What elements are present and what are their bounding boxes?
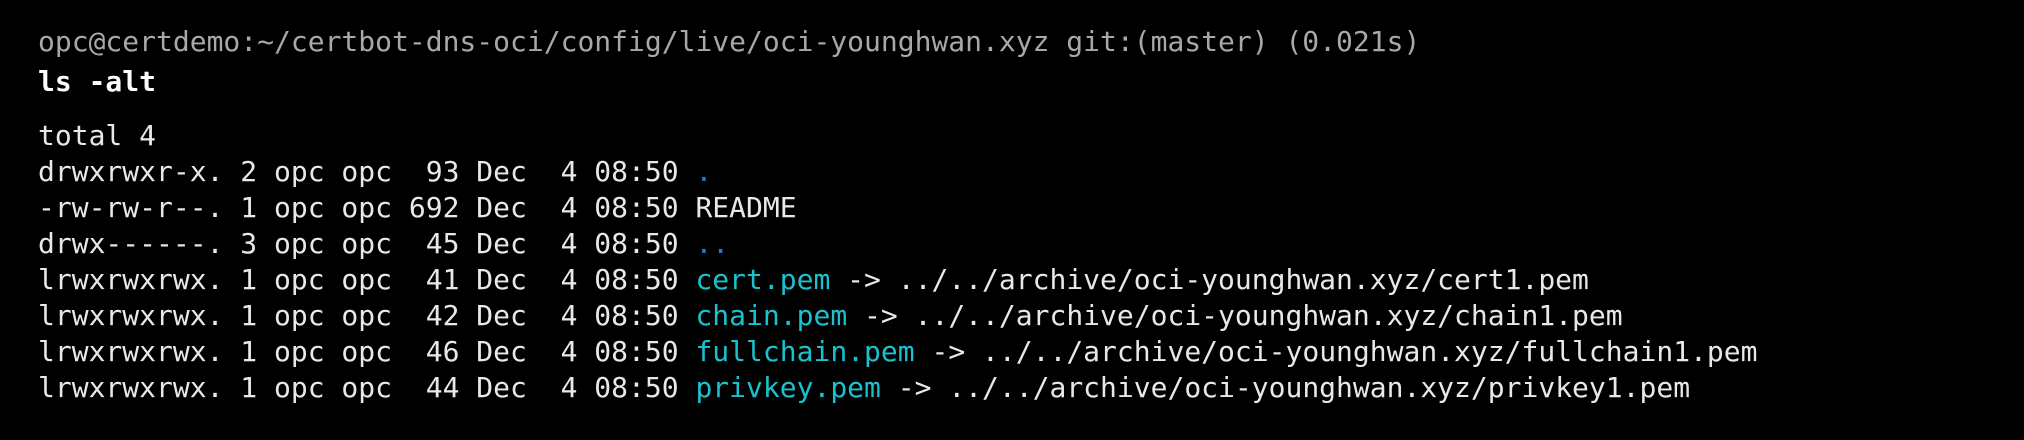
symlink-target: -> ../../archive/oci-younghwan.xyz/chain… [847, 299, 1623, 332]
entry-meta: lrwxrwxrwx. 1 opc opc 42 Dec 4 08:50 [38, 299, 696, 332]
listing-row-cert: lrwxrwxrwx. 1 opc opc 41 Dec 4 08:50 cer… [38, 262, 1998, 298]
entry-name: .. [695, 227, 730, 260]
command-line: ls -alt [38, 65, 157, 98]
entry-meta: lrwxrwxrwx. 1 opc opc 46 Dec 4 08:50 [38, 335, 696, 368]
listing-row-fullchain: lrwxrwxrwx. 1 opc opc 46 Dec 4 08:50 ful… [38, 334, 1998, 370]
entry-name: README [695, 191, 797, 224]
listing-row-privkey: lrwxrwxrwx. 1 opc opc 44 Dec 4 08:50 pri… [38, 370, 1998, 406]
entry-meta: drwxrwxr-x. 2 opc opc 93 Dec 4 08:50 [38, 155, 696, 188]
entry-name: privkey.pem [695, 371, 881, 404]
terminal-output: opc@certdemo:~/certbot-dns-oci/config/li… [38, 22, 1998, 406]
listing-row-parent: drwx------. 3 opc opc 45 Dec 4 08:50 .. [38, 226, 1998, 262]
entry-name: fullchain.pem [695, 335, 915, 368]
symlink-target: -> ../../archive/oci-younghwan.xyz/cert1… [830, 263, 1589, 296]
listing-row-chain: lrwxrwxrwx. 1 opc opc 42 Dec 4 08:50 cha… [38, 298, 1998, 334]
entry-meta: lrwxrwxrwx. 1 opc opc 41 Dec 4 08:50 [38, 263, 696, 296]
entry-name: chain.pem [695, 299, 848, 332]
entry-meta: lrwxrwxrwx. 1 opc opc 44 Dec 4 08:50 [38, 371, 696, 404]
entry-name: . [695, 155, 713, 188]
symlink-target: -> ../../archive/oci-younghwan.xyz/fullc… [914, 335, 1758, 368]
shell-prompt: opc@certdemo:~/certbot-dns-oci/config/li… [38, 25, 1421, 58]
entry-meta: drwx------. 3 opc opc 45 Dec 4 08:50 [38, 227, 696, 260]
listing-row-dot: drwxrwxr-x. 2 opc opc 93 Dec 4 08:50 . [38, 154, 1998, 190]
total-line: total 4 [38, 119, 157, 152]
entry-name: cert.pem [695, 263, 831, 296]
symlink-target: -> ../../archive/oci-younghwan.xyz/privk… [880, 371, 1691, 404]
entry-meta: -rw-rw-r--. 1 opc opc 692 Dec 4 08:50 [38, 191, 696, 224]
listing-row-readme: -rw-rw-r--. 1 opc opc 692 Dec 4 08:50 RE… [38, 190, 1998, 226]
